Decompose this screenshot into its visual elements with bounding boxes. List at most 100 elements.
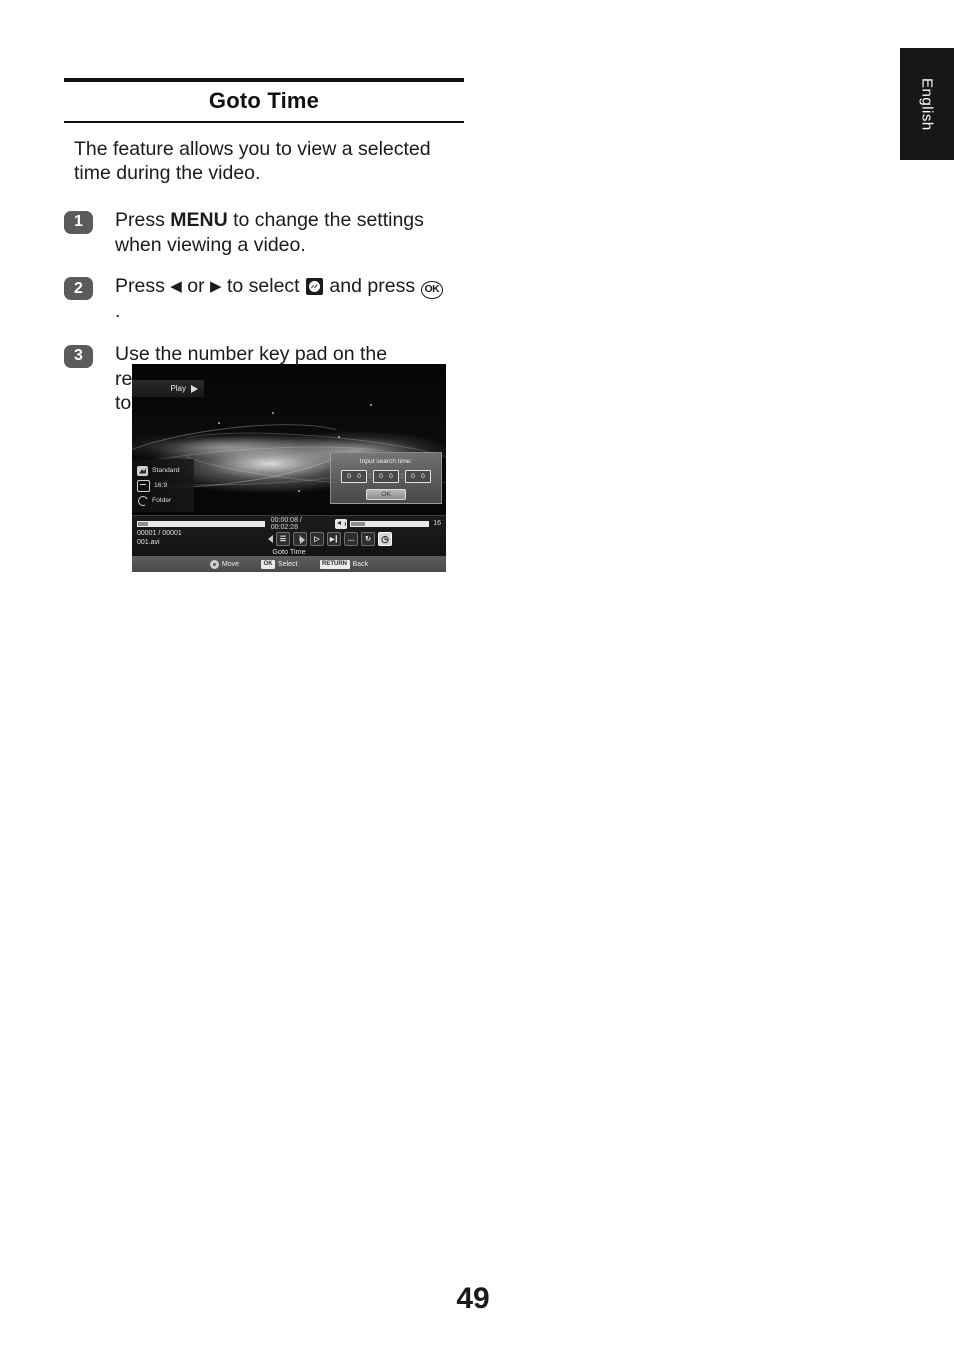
step-number-badge: 2 — [64, 277, 93, 301]
next-track-glyph: ▶┃ — [329, 536, 339, 543]
play-status-tag: Play — [132, 380, 204, 397]
dpad-icon — [209, 559, 219, 569]
time-display: 00:00:08 / 00:02:28 — [270, 516, 302, 531]
step-text: Press MENU to change the settings when v… — [115, 208, 445, 258]
volume-value: 16 — [433, 520, 441, 527]
tv-screenshot-figure: Play Standard 16:9 Folder Input search t… — [132, 364, 446, 572]
side-option-repeat[interactable]: Folder — [132, 493, 194, 508]
left-arrow-icon: ◀ — [170, 278, 182, 296]
header-rule-bottom — [64, 121, 464, 123]
next-track-icon[interactable]: ▶┃ — [327, 532, 341, 546]
goto-time-glyph: ◷ — [381, 533, 389, 544]
decorative-spark — [218, 422, 220, 424]
decorative-spark — [272, 412, 274, 414]
toolbar-prev-arrow-icon[interactable] — [268, 535, 273, 543]
page-title: Goto Time — [208, 88, 320, 113]
volume-icon[interactable] — [334, 518, 347, 529]
toolbar-row: 00001 / 00001 001.avi ☰ i ▷ ▶┃ … ↻ ◷ Got… — [132, 530, 446, 556]
dialog-title: Input search time: — [359, 458, 413, 465]
hint-back: RETURN Back — [319, 559, 369, 569]
hours-input[interactable]: 0 0 — [341, 470, 368, 483]
playlist-icon[interactable]: ☰ — [276, 532, 290, 546]
seconds-input[interactable]: 0 0 — [404, 470, 431, 483]
hours-digit-2: 0 — [357, 473, 361, 480]
step-number-badge: 3 — [64, 344, 93, 368]
right-arrow-icon: ▶ — [210, 278, 222, 296]
play-status-label: Play — [170, 384, 186, 393]
hint-select: OK Select — [261, 559, 298, 569]
hint-move-label: Move — [221, 560, 240, 568]
page-header: Goto Time — [64, 78, 464, 123]
minutes-input[interactable]: 0 0 — [373, 470, 399, 483]
picture-rotate-glyph: ↻ — [365, 536, 371, 543]
play-triangle-icon — [191, 384, 198, 393]
time-separator: : — [401, 473, 403, 480]
slow-play-icon[interactable]: ▷ — [310, 532, 324, 546]
video-playback-area: Play Standard 16:9 Folder Input search t… — [132, 364, 446, 515]
ok-key-icon: OK — [261, 559, 276, 569]
hint-back-label: Back — [352, 560, 369, 568]
hint-select-label: Select — [278, 560, 298, 568]
language-tab-label: English — [918, 77, 936, 131]
side-option-picture-mode[interactable]: Standard — [132, 463, 194, 478]
decorative-spark — [370, 404, 372, 406]
playlist-glyph: ☰ — [279, 536, 287, 543]
decorative-spark — [338, 436, 340, 438]
step-number-badge: 1 — [64, 210, 93, 234]
progress-bar[interactable] — [137, 520, 265, 527]
step1-bold-key: MENU — [170, 208, 228, 231]
goto-time-clock-icon[interactable]: ◷ — [378, 532, 392, 546]
step2-part4: and press — [324, 275, 421, 298]
file-name: 001.avi — [137, 538, 160, 546]
aspect-ratio-icon — [137, 479, 150, 492]
minutes-digit-1: 0 — [379, 473, 383, 480]
clock-icon — [306, 278, 324, 296]
seconds-digit-2: 0 — [421, 473, 425, 480]
input-search-time-dialog: Input search time: 0 0 : 0 0 : 0 0 OK — [330, 452, 442, 504]
step2-part5: . — [115, 300, 121, 322]
ok-key-icon: OK — [420, 280, 444, 299]
hint-bar: Move OK Select RETURN Back — [132, 556, 446, 572]
step2-part2: or — [181, 275, 210, 298]
step-text: Press ◀ or ▶ to select and press OK. — [115, 274, 445, 324]
file-index: 00001 / 00001 — [137, 530, 182, 537]
side-option-aspect-ratio[interactable]: 16:9 — [132, 478, 194, 493]
decorative-spark — [298, 490, 300, 492]
time-input-row: 0 0 : 0 0 : 0 0 — [331, 470, 441, 483]
step-item: 1 Press MENU to change the settings when… — [64, 208, 464, 258]
toolbar-next-arrow-icon[interactable] — [300, 536, 305, 544]
volume-bar-fill — [350, 521, 365, 526]
side-option-label: 16:9 — [154, 482, 168, 489]
step1-text-before: Press — [115, 208, 171, 231]
side-option-label: Standard — [152, 467, 180, 474]
step2-part3: to select — [221, 275, 306, 298]
time-separator: : — [369, 473, 371, 480]
hint-move: Move — [209, 559, 240, 569]
return-key-icon: RETURN — [319, 559, 350, 569]
seconds-digit-1: 0 — [411, 473, 415, 480]
side-option-label: Folder — [152, 497, 172, 504]
subtitle-icon[interactable]: … — [344, 532, 358, 546]
progress-bar-fill — [138, 521, 148, 526]
toolbar-selected-label: Goto Time — [272, 547, 306, 556]
toolbar-icons: ☰ i ▷ ▶┃ … ↻ ◷ — [268, 532, 392, 546]
language-tab: English — [900, 48, 954, 160]
side-options-panel: Standard 16:9 Folder — [132, 459, 194, 512]
volume-bar[interactable] — [349, 520, 430, 527]
page-number: 49 — [0, 1282, 954, 1316]
picture-rotate-icon[interactable]: ↻ — [361, 532, 375, 546]
dialog-ok-button[interactable]: OK — [366, 489, 406, 500]
subtitle-glyph: … — [347, 535, 355, 543]
playback-control-panel: 00:00:08 / 00:02:28 16 00001 / 00001 001… — [132, 515, 446, 557]
hours-digit-1: 0 — [347, 473, 351, 480]
step-item: 2 Press ◀ or ▶ to select and press OK. — [64, 274, 464, 324]
file-info: 00001 / 00001 001.avi — [137, 530, 182, 547]
slow-play-glyph: ▷ — [314, 536, 320, 543]
picture-mode-icon — [137, 465, 148, 476]
intro-paragraph: The feature allows you to view a selecte… — [74, 138, 431, 185]
step2-part1: Press — [115, 275, 171, 298]
page-number-value: 49 — [456, 1282, 490, 1315]
progress-row: 00:00:08 / 00:02:28 16 — [132, 516, 446, 531]
repeat-folder-icon — [137, 496, 148, 506]
minutes-digit-2: 0 — [389, 473, 393, 480]
